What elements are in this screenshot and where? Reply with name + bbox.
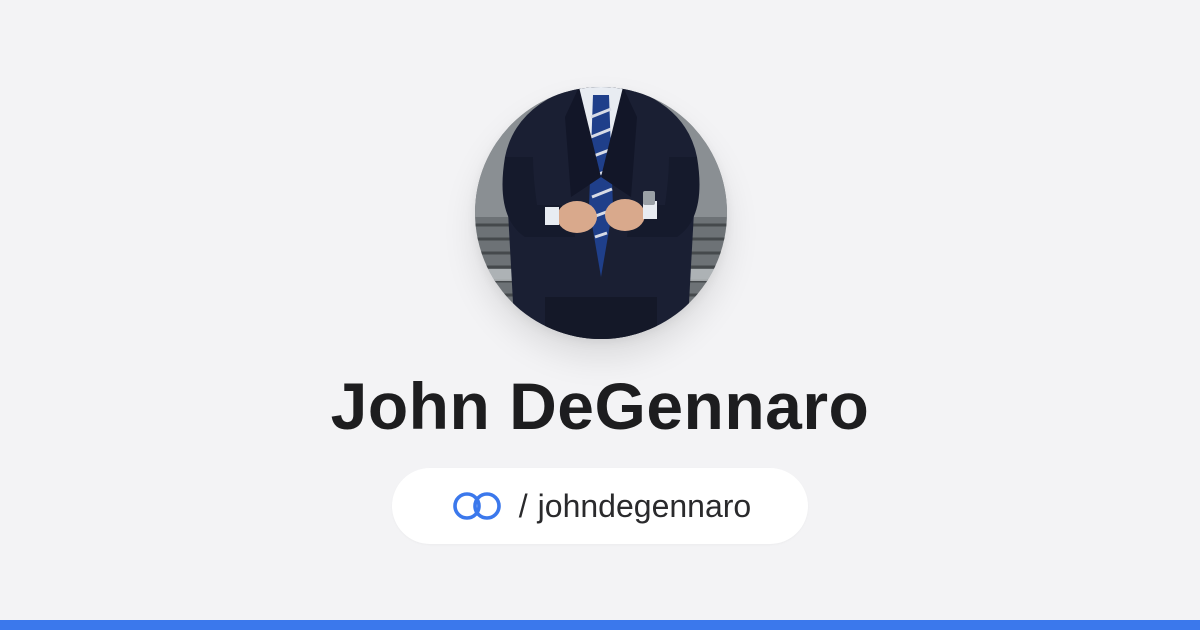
avatar-photo — [475, 87, 727, 339]
interlinked-rings-icon — [452, 492, 501, 520]
profile-avatar — [475, 87, 727, 339]
handle-separator: / — [518, 487, 528, 524]
profile-handle-link[interactable]: / johndegennaro — [392, 468, 808, 544]
accent-bar — [0, 620, 1200, 630]
profile-handle: johndegennaro — [537, 487, 752, 524]
profile-name: John DeGennaro — [330, 369, 870, 443]
